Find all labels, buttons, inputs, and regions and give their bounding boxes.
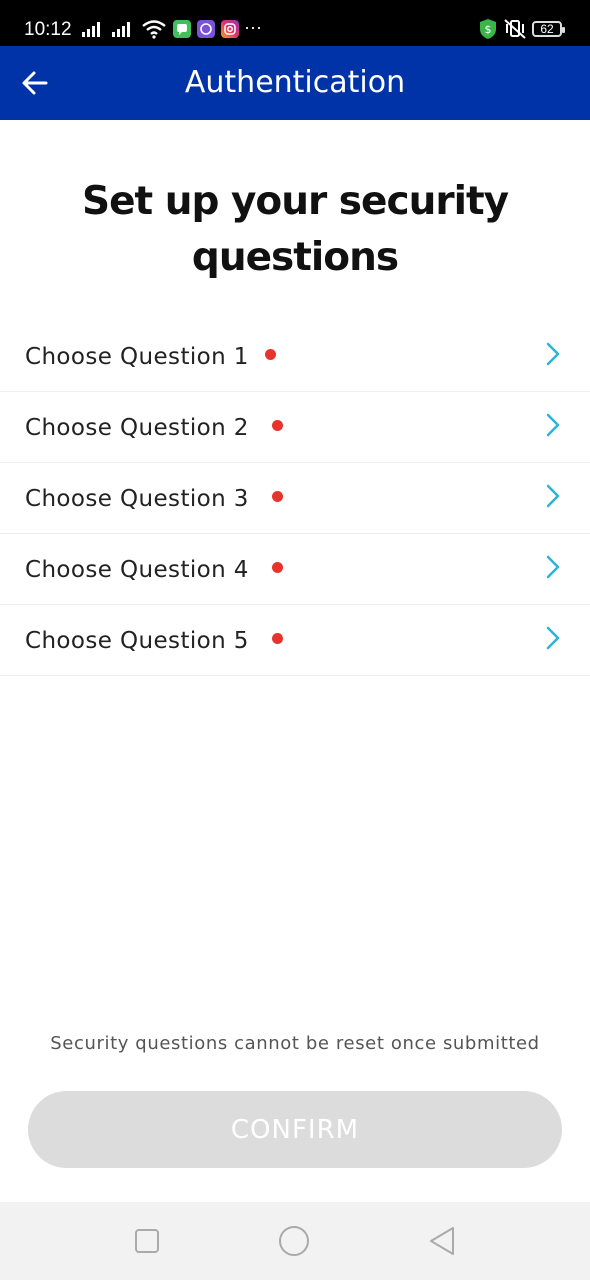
app-bar-title: Authentication [184,65,406,100]
signal-icon [82,22,100,37]
more-notifications-icon: ··· [244,17,262,37]
instagram-app-icon [221,20,239,38]
question-row-5[interactable]: Choose Question 5 [0,605,590,676]
recent-apps-square-icon[interactable] [130,1224,164,1258]
question-label: Choose Question 2 [25,415,249,441]
question-label: Choose Question 3 [25,486,249,512]
battery-indicator: 62 [532,21,565,37]
wifi-icon [142,20,166,39]
reset-warning-note: Security questions cannot be reset once … [50,1033,540,1054]
question-row-4[interactable]: Choose Question 4 [0,534,590,605]
required-indicator [272,420,283,431]
viber-app-icon [197,20,215,38]
required-indicator [265,349,276,360]
messages-app-icon [173,20,191,38]
question-label: Choose Question 5 [25,628,249,654]
question-list: Choose Question 1 Choose Question 2 Choo… [0,321,590,676]
question-label: Choose Question 1 [25,344,249,370]
question-row-3[interactable]: Choose Question 3 [0,463,590,534]
chevron-right-icon [546,342,560,366]
svg-text:$: $ [485,23,492,36]
chevron-right-icon [546,555,560,579]
status-bar: 10:12 ··· $ 62 [0,0,590,46]
app-bar: Authentication [0,46,590,120]
back-triangle-icon[interactable] [426,1224,460,1258]
chevron-right-icon [546,626,560,650]
status-time: 10:12 [24,19,72,40]
question-row-1[interactable]: Choose Question 1 [0,321,590,392]
required-indicator [272,633,283,644]
chevron-right-icon [546,484,560,508]
system-navigation-bar [0,1202,590,1280]
required-indicator [272,491,283,502]
question-label: Choose Question 4 [25,557,249,583]
page-title: Set up your security questions [81,179,509,280]
home-circle-icon[interactable] [277,1224,311,1258]
vibrate-off-icon [504,19,526,39]
confirm-button[interactable]: CONFIRM [28,1091,562,1168]
required-indicator [272,562,283,573]
chevron-right-icon [546,413,560,437]
signal-icon [112,22,130,37]
question-row-2[interactable]: Choose Question 2 [0,392,590,463]
security-shield-icon: $ [480,19,496,39]
